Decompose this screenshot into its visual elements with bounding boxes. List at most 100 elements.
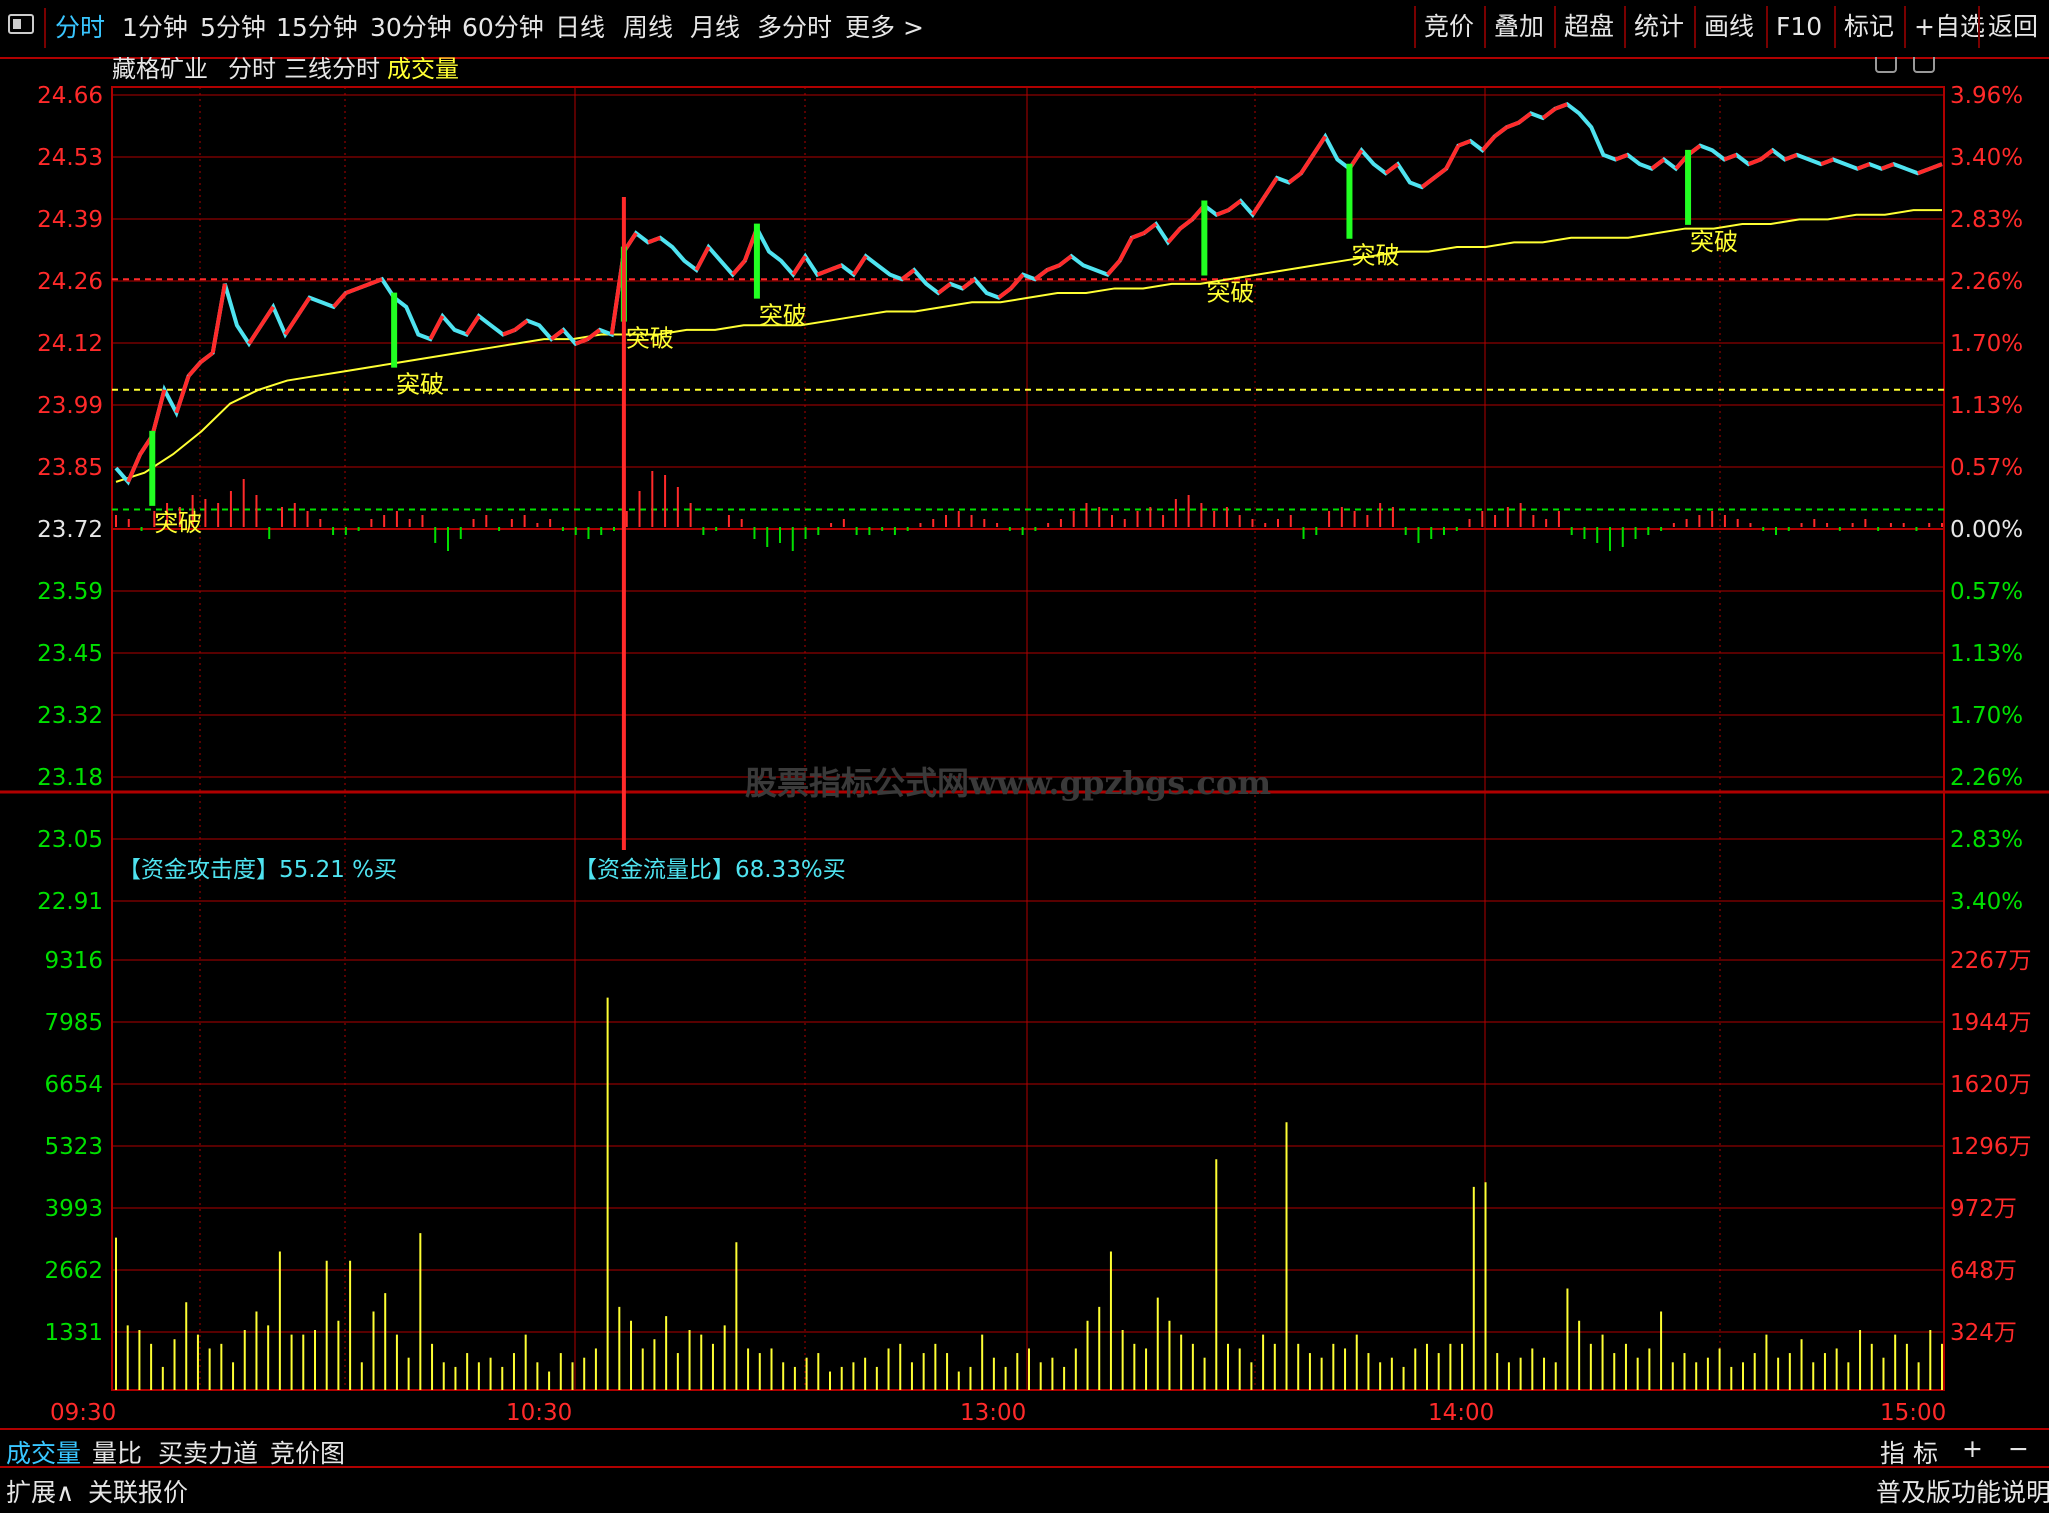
price-rise-segment [1106,259,1122,276]
volume-indicator-label[interactable]: 成交量 [387,57,459,83]
related-quotes-button[interactable]: 关联报价 [88,1473,188,1509]
price-tick-label: 24.66 [37,83,103,109]
expand-icon[interactable] [1875,57,1897,73]
price-rise-segment [1880,162,1895,171]
price-rise-segment [1420,176,1436,189]
price-tick-label: 24.12 [37,331,103,357]
volume-tick-label: 9316 [44,948,103,974]
tab-monthly[interactable]: 月线 [690,8,740,44]
intraday-chart[interactable]: 突破突破突破突破突破突破 突破 24.66 3.96%24.53 3.40%24.39… [0,57,2049,1425]
price-rise-segment [1263,176,1279,198]
indicator-button[interactable]: 指 标 [1880,1434,1938,1470]
time-label: 09:30 [50,1400,116,1425]
price-rise-segment [513,319,529,332]
price-rise-segment [816,268,831,277]
price-tick-label: 23.72 [37,517,103,543]
zoom-out-button[interactable]: − [2008,1434,2029,1463]
price-rise-segment [1505,120,1520,130]
price-tick-label: 23.18 [37,765,103,791]
amount-tick-label: 648万 [1950,1258,2017,1284]
time-label: 10:30 [506,1400,572,1425]
price-rise-segment [1009,273,1025,290]
breakthrough-label: 突破 [1206,279,1254,307]
price-rise-segment [283,314,300,336]
price-tick-label: 23.99 [37,393,103,419]
price-rise-segment [1650,157,1666,171]
tab-volume-ratio[interactable]: 量比 [92,1434,142,1470]
indicator-label: 三线分时 [284,57,380,83]
pct-tick-label: 2.83% [1950,207,2023,233]
zoom-in-button[interactable]: + [1962,1434,1983,1463]
breakthrough-label: 突破 [626,325,674,353]
mark-button[interactable]: 标记 [1834,6,1902,48]
tab-1min[interactable]: 1分钟 [122,8,188,44]
price-line [114,101,1943,486]
tab-multi-fenshi[interactable]: 多分时 [757,8,832,44]
price-tick-label: 23.32 [37,703,103,729]
price-rise-segment [1227,199,1242,212]
price-rise-segment [1517,111,1533,125]
price-rise-segment [1723,153,1738,162]
amount-tick-label: 2267万 [1950,948,2032,974]
overlay-button[interactable]: 叠加 [1484,6,1552,48]
tab-fenshi[interactable]: 分时 [55,8,105,44]
tab-5min[interactable]: 5分钟 [200,8,266,44]
tab-volume[interactable]: 成交量 [6,1434,81,1470]
menu-toggle-icon[interactable] [8,14,34,34]
pct-tick-label: 3.96% [1950,83,2023,109]
tab-buy-sell-power[interactable]: 买卖力道 [158,1434,258,1470]
volume-tick-label: 3993 [44,1196,103,1222]
f10-button[interactable]: F10 [1766,6,1830,48]
price-rise-segment [1457,139,1472,148]
tab-60min[interactable]: 60分钟 [462,8,544,44]
price-rise-segment [126,453,143,483]
price-rise-segment [937,282,952,295]
tab-weekly[interactable]: 周线 [623,8,673,44]
amount-tick-label: 972万 [1950,1196,2017,1222]
tab-auction-chart[interactable]: 竞价图 [270,1434,345,1470]
price-rise-segment [997,286,1013,300]
price-tick-label: 23.59 [37,579,103,605]
pct-tick-label: 1.13% [1950,641,2023,667]
indicator-tab-bar: 成交量 量比 买卖力道 竞价图 指 标 + − [0,1428,2049,1468]
breakthrough-label: 突破 [759,302,807,330]
price-rise-segment [851,255,868,276]
tab-more[interactable]: 更多 > [845,8,924,44]
pct-tick-label: 1.13% [1950,393,2023,419]
average-price-line [115,209,1942,483]
amount-tick-label: 1296万 [1950,1134,2032,1160]
watermark: 股票指标公式网www.gpzbgs.com [745,764,1271,802]
split-icon[interactable] [1913,57,1935,73]
stock-name: 藏格矿业 [112,57,208,83]
panel-buttons[interactable] [1875,57,1935,73]
tab-15min[interactable]: 15分钟 [276,8,358,44]
price-rise-segment [647,235,661,245]
tab-daily[interactable]: 日线 [555,8,605,44]
volume-tick-label: 7985 [44,1010,103,1036]
price-rise-segment [1759,148,1774,162]
pct-tick-label: 2.26% [1950,269,2023,295]
price-rise-segment [1917,166,1931,176]
price-rise-segment [1033,268,1049,281]
price-rise-segment [1311,135,1327,156]
expand-button[interactable]: 扩展∧ [6,1473,74,1509]
price-rise-segment [465,314,481,336]
superdisk-button[interactable]: 超盘 [1554,6,1622,48]
price-rise-segment [1480,135,1497,152]
price-rise-segment [1493,125,1508,139]
tab-30min[interactable]: 30分钟 [370,8,452,44]
draw-button[interactable]: 画线 [1694,6,1762,48]
price-rise-segment [150,389,167,437]
bidding-button[interactable]: 竞价 [1414,6,1482,48]
axis-labels: 24.66 3.96% 24.53 3.40% 24.39 2.83% 24.26 2.26%… [37,83,2031,1425]
back-button[interactable]: 返回 [1978,6,2046,48]
attack-degree-label: 【资金攻击度】55.21 %买 [118,857,397,883]
price-rise-segment [259,305,275,327]
price-rise-segment [791,255,807,276]
status-bar: 扩展∧ 关联报价 普及版功能说明 [0,1466,2049,1509]
price-rise-segment [357,281,371,291]
help-link[interactable]: 普及版功能说明 [1876,1473,2049,1509]
stats-button[interactable]: 统计 [1624,6,1692,48]
amount-tick-label: 1944万 [1950,1010,2032,1036]
time-label: 15:00 [1880,1400,1946,1425]
